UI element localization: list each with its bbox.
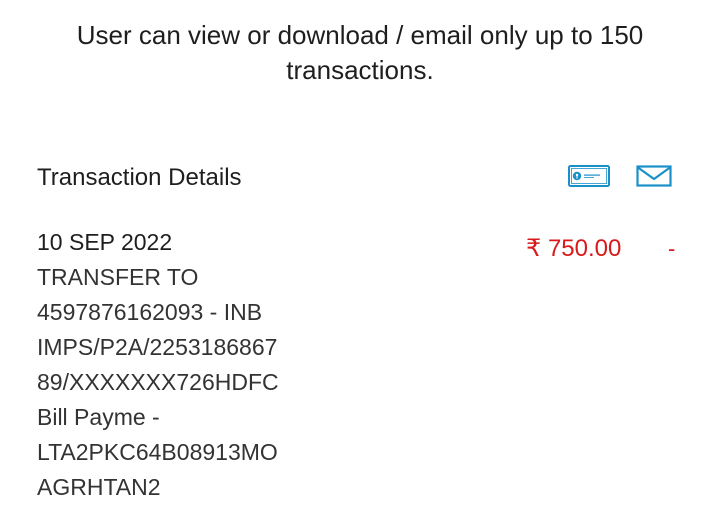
notice-line-2: transactions. <box>286 55 434 85</box>
description-line: 89/XXXXXXX726HDFC <box>37 369 279 395</box>
description-line: IMPS/P2A/2253186867 <box>37 334 278 360</box>
transaction-credit: - <box>668 236 676 261</box>
transactions-page: User can view or download / email only u… <box>0 0 715 513</box>
action-icons <box>568 164 672 188</box>
notice-line-1: User can view or download / email only u… <box>76 20 644 50</box>
passbook-icon[interactable] <box>568 164 610 188</box>
transaction-item: 10 SEP 2022 TRANSFER TO 4597876162093 - … <box>37 225 715 505</box>
description-line: AGRHTAN2 <box>37 474 161 500</box>
description-line: Bill Payme - <box>37 404 160 430</box>
transaction-description: TRANSFER TO 4597876162093 - INB IMPS/P2A… <box>37 260 715 505</box>
section-title: Transaction Details <box>37 164 242 191</box>
description-line: LTA2PKC64B08913MO <box>37 439 278 465</box>
transaction-limit-notice: User can view or download / email only u… <box>40 18 680 88</box>
transaction-amount: ₹ 750.00 <box>526 235 622 262</box>
description-line: 4597876162093 - INB <box>37 299 263 325</box>
email-icon[interactable] <box>636 164 672 188</box>
description-line: TRANSFER TO <box>37 264 199 290</box>
